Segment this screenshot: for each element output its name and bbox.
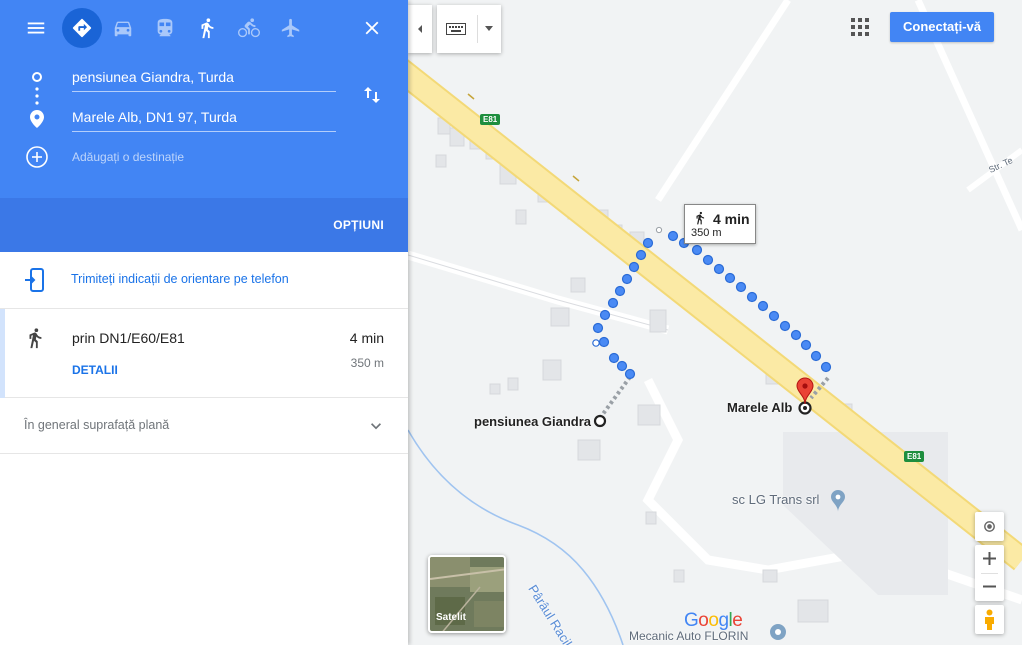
- selected-route-indicator: [0, 309, 5, 398]
- keyboard-icon: [446, 23, 466, 35]
- transit-mode-button[interactable]: [145, 8, 185, 48]
- satellite-toggle[interactable]: Satelit: [428, 555, 506, 633]
- airplane-icon: [281, 18, 300, 38]
- walking-mode-button[interactable]: [187, 8, 227, 48]
- directions-panel: pensiunea Giandra, Turda Marele Alb, DN1…: [0, 0, 408, 645]
- send-to-phone-label[interactable]: Trimiteți indicații de orientare pe tele…: [71, 272, 289, 286]
- options-button[interactable]: OPȚIUNI: [333, 218, 384, 232]
- swap-endpoints-icon[interactable]: [360, 83, 384, 107]
- travel-mode-bar: [0, 8, 408, 48]
- google-maps-directions: pensiunea Giandra, Turda Marele Alb, DN1…: [0, 0, 1022, 645]
- add-destination-input[interactable]: Adăugați o destinație: [72, 146, 336, 172]
- zoom-out-icon[interactable]: [983, 580, 996, 593]
- collapse-panel-button[interactable]: [408, 5, 432, 53]
- details-button[interactable]: DETALII: [72, 363, 118, 377]
- destination-map-label[interactable]: Marele Alb: [727, 400, 792, 415]
- map-base-layer: [408, 0, 1022, 645]
- destination-pin-icon: [30, 110, 44, 128]
- walk-distance: 350 m: [691, 227, 722, 239]
- google-logo: Google: [684, 610, 743, 631]
- road-shield-e81: E81: [904, 451, 925, 462]
- origin-circle-icon: [32, 72, 42, 82]
- menu-icon: [27, 22, 45, 34]
- options-bar: OPȚIUNI: [0, 198, 408, 252]
- route-distance: 350 m: [350, 356, 384, 370]
- satellite-label: Satelit: [436, 612, 467, 623]
- directions-icon: [72, 18, 92, 38]
- poi-lg-trans[interactable]: sc LG Trans srl: [732, 492, 819, 507]
- terrain-note: În general suprafață plană: [24, 418, 170, 432]
- map-canvas[interactable]: Conectați-vă E81 E81 Str. Te 4 min 350 m…: [408, 0, 1022, 645]
- zoom-in-icon[interactable]: [983, 552, 996, 565]
- car-icon: [114, 21, 132, 37]
- bicycle-icon: [238, 18, 260, 38]
- origin-map-label[interactable]: pensiunea Giandra: [474, 414, 591, 429]
- cycling-mode-button[interactable]: [229, 8, 269, 48]
- zoom-controls: [975, 545, 1004, 601]
- my-location-button[interactable]: [975, 512, 1004, 541]
- route-time: 4 min: [349, 330, 384, 346]
- add-destination-icon[interactable]: [25, 145, 49, 169]
- driving-mode-button[interactable]: [103, 8, 143, 48]
- sign-in-button[interactable]: Conectați-vă: [890, 12, 994, 42]
- close-icon: [365, 21, 379, 35]
- walk-icon: [696, 211, 705, 225]
- terrain-note-row[interactable]: În general suprafață plană: [0, 398, 408, 454]
- origin-input[interactable]: pensiunea Giandra, Turda: [72, 66, 336, 92]
- directions-header: pensiunea Giandra, Turda Marele Alb, DN1…: [0, 0, 408, 252]
- chevron-left-icon: [418, 25, 422, 33]
- my-location-icon: [984, 521, 995, 532]
- destination-input[interactable]: Marele Alb, DN1 97, Turda: [72, 106, 336, 132]
- menu-button[interactable]: [16, 8, 56, 48]
- flight-mode-button[interactable]: [271, 8, 311, 48]
- street-view-pegman[interactable]: [975, 605, 1004, 634]
- caret-down-icon: [485, 26, 493, 31]
- divider: [477, 15, 478, 43]
- train-icon: [157, 18, 173, 37]
- walk-icon: [201, 18, 214, 39]
- close-button[interactable]: [352, 8, 392, 48]
- walk-time-callout[interactable]: 4 min 350 m: [684, 204, 756, 244]
- input-tools-button[interactable]: [437, 5, 501, 53]
- walk-icon: [29, 328, 42, 349]
- route-via: prin DN1/E60/E81: [72, 330, 185, 346]
- walk-time: 4 min: [713, 211, 750, 227]
- directions-mode-button[interactable]: [62, 8, 102, 48]
- apps-grid-icon[interactable]: [851, 18, 869, 36]
- route-option[interactable]: prin DN1/E60/E81 4 min 350 m DETALII: [0, 309, 408, 398]
- chevron-down-icon[interactable]: [366, 416, 386, 436]
- divider: [981, 573, 998, 574]
- pegman-icon: [985, 609, 994, 630]
- road-shield-e81: E81: [480, 114, 501, 125]
- send-to-phone-icon: [25, 268, 44, 292]
- route-connector-dots-icon: [35, 87, 39, 105]
- send-to-phone-row[interactable]: Trimiteți indicații de orientare pe tele…: [0, 252, 408, 309]
